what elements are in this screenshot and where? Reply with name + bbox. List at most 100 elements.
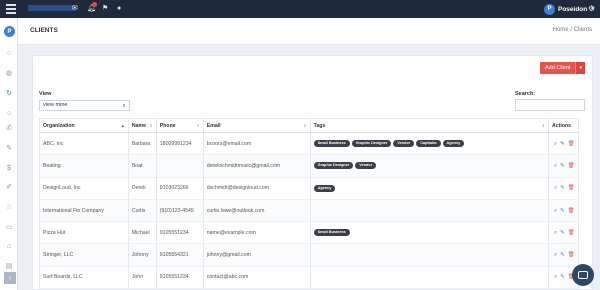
view-icon[interactable]: ⌕ — [554, 163, 557, 169]
column-header-phone[interactable]: Phone ⇕ — [156, 118, 204, 133]
cell-tags: Agency — [310, 177, 549, 200]
chat-bubble-icon — [578, 271, 588, 279]
cell-organization: Boating — [39, 154, 129, 178]
add-client-button[interactable]: Add Client — [540, 62, 576, 74]
search-input[interactable] — [515, 99, 585, 111]
top-navbar: ✉ 🔔︎ ⚑ ● P Poseidon ▼ ⚙ — [0, 0, 600, 18]
tag-badge[interactable]: Vendor — [393, 140, 415, 148]
edit-icon[interactable]: ✎ — [560, 185, 565, 191]
cell-actions: ⌕ ✎ 🗑︎ — [548, 221, 580, 245]
cell-phone: 9105551234 — [156, 221, 204, 245]
cell-organization: ABC, Inc — [39, 132, 129, 156]
view-label: View — [39, 91, 52, 97]
user-name: Poseidon — [558, 5, 588, 13]
add-client-dropdown-toggle[interactable]: ▾ — [575, 62, 586, 74]
table-header-row: Organization ▲ Name ⇕ Phone ⇕ Email ⇕ Tags ⇕ … — [39, 118, 580, 133]
tag-badge[interactable]: Vendor — [355, 162, 377, 170]
row-actions: ⌕ ✎ 🗑︎ — [552, 141, 578, 147]
view-icon[interactable]: ⌕ — [554, 230, 557, 236]
search-label: Search: — [515, 91, 536, 97]
edit-icon[interactable]: ✐ — [5, 184, 13, 192]
tag-badge[interactable]: Small Business — [313, 229, 350, 237]
select-arrows-icon: ⇕ — [122, 103, 126, 108]
chat-icon[interactable]: ● — [117, 5, 121, 13]
folder-icon[interactable]: ▭ — [5, 224, 13, 232]
circle-icon[interactable]: ○ — [5, 50, 13, 58]
tag-badge[interactable]: Capitalra — [416, 140, 441, 148]
chat-widget-button[interactable] — [572, 264, 594, 286]
column-header-email[interactable]: Email ⇕ — [203, 118, 311, 133]
menu-icon[interactable] — [6, 4, 16, 14]
cell-tags — [310, 266, 549, 290]
sidebar-avatar[interactable]: P — [4, 26, 15, 37]
delete-icon[interactable]: 🗑︎ — [568, 230, 575, 236]
cell-phone: 9105554321 — [156, 243, 204, 267]
view-icon[interactable]: ⌕ — [554, 252, 557, 258]
cell-name: John — [128, 266, 157, 290]
row-actions: ⌕ ✎ 🗑︎ — [552, 185, 578, 191]
view-icon[interactable]: ⌕ — [554, 185, 557, 191]
tag-badge[interactable]: Small Business — [313, 140, 350, 148]
tag-badge[interactable]: Graphic Designer — [313, 162, 354, 170]
phone-icon[interactable]: ✆ — [5, 125, 13, 133]
tag-badge[interactable]: Agency — [313, 184, 336, 192]
trash-icon[interactable]: ▤ — [5, 263, 13, 271]
sort-icon: ⇕ — [149, 123, 153, 128]
cell-email: name@example.com — [203, 221, 311, 245]
cell-phone: 9105551234 — [156, 266, 204, 290]
flag-icon[interactable]: ⚑ — [102, 5, 108, 13]
edit-icon[interactable]: ✎ — [560, 252, 565, 258]
cell-tags: Small Business — [310, 221, 549, 245]
notification-badge — [92, 2, 97, 7]
view-icon[interactable]: ⌕ — [554, 141, 557, 147]
cell-name: Derek — [128, 177, 157, 200]
cell-name: Barbara — [128, 132, 157, 156]
edit-icon[interactable]: ✎ — [560, 208, 565, 214]
app-logo[interactable] — [28, 5, 76, 11]
view-icon[interactable]: ⌕ — [554, 274, 557, 280]
cell-organization: DesignLoud, Inc — [39, 177, 129, 200]
sort-asc-icon: ▲ — [120, 123, 125, 128]
column-header-organization[interactable]: Organization ▲ — [39, 118, 129, 133]
cell-phone: 18009991234 — [156, 132, 204, 156]
tag-badge[interactable]: Graphic Designer — [351, 140, 392, 148]
delete-icon[interactable]: 🗑︎ — [568, 141, 575, 147]
mail-icon[interactable]: ✉ — [72, 5, 78, 13]
delete-icon[interactable]: 🗑︎ — [568, 185, 575, 191]
star-icon[interactable]: ☆ — [5, 204, 13, 212]
tag-badge[interactable]: Agency — [442, 140, 465, 148]
breadcrumb-home[interactable]: Home — [553, 27, 569, 33]
cell-name: Boat — [128, 154, 157, 178]
table-row: ABC, Inc Barbara 18009991234 bcoors@email.c… — [39, 132, 580, 156]
view-select[interactable]: view mine ⇕ — [39, 100, 130, 111]
circle-icon[interactable]: ○ — [5, 110, 13, 118]
delete-icon[interactable]: 🗑︎ — [568, 208, 575, 214]
column-header-tags[interactable]: Tags ⇕ — [310, 118, 549, 133]
cell-tags: Graphic Designer Vendor — [310, 154, 549, 178]
sidebar: P ○ ◍ ↻ ○ ✆ ✎ $ ✐ ☆ ▭ ⌂ ▤ ‹ — [0, 18, 18, 290]
view-icon[interactable]: ⌕ — [554, 208, 557, 214]
sort-icon: ⇕ — [196, 123, 200, 128]
collapse-sidebar-button[interactable]: ‹ — [4, 272, 16, 284]
globe-icon[interactable]: ◍ — [5, 70, 13, 78]
table-row: DesignLoud, Inc Derek 9103023266 dschmidt@d… — [39, 177, 580, 200]
gear-icon[interactable]: ⚙ — [588, 4, 595, 13]
delete-icon[interactable]: 🗑︎ — [568, 252, 575, 258]
column-header-name[interactable]: Name ⇕ — [128, 118, 157, 133]
add-client-button-group: Add Client ▾ — [540, 62, 586, 74]
cell-actions: ⌕ ✎ 🗑︎ — [548, 243, 580, 267]
table-row: International Fin Company Curtis (910)123-… — [39, 199, 580, 223]
cell-actions: ⌕ ✎ 🗑︎ — [548, 132, 580, 156]
edit-icon[interactable]: ✎ — [560, 141, 565, 147]
tag-icon[interactable]: ⌂ — [5, 243, 13, 251]
cell-actions: ⌕ ✎ 🗑︎ — [548, 199, 580, 223]
edit-icon[interactable]: ✎ — [560, 163, 565, 169]
cell-email: curtis.lowe@outlook.com — [203, 199, 311, 223]
edit-icon[interactable]: ✎ — [560, 274, 565, 280]
dollar-icon[interactable]: $ — [5, 165, 13, 173]
pencil-icon[interactable]: ✎ — [5, 145, 13, 153]
edit-icon[interactable]: ✎ — [560, 230, 565, 236]
delete-icon[interactable]: 🗑︎ — [568, 163, 575, 169]
cell-name: Curtis — [128, 199, 157, 223]
refresh-icon[interactable]: ↻ — [5, 90, 13, 98]
